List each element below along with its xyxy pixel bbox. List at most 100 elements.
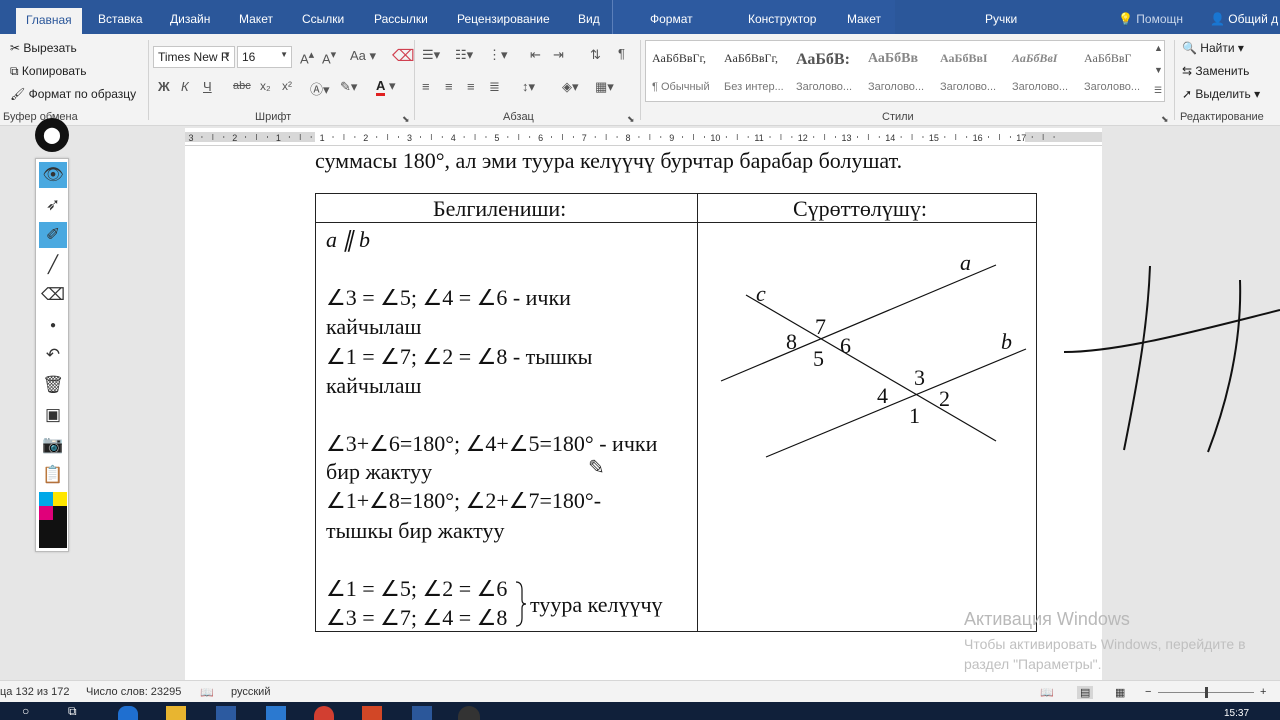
more-styles-icon[interactable]: ☰ (1154, 85, 1162, 96)
select-button[interactable]: ➚ Выделить ▾ (1182, 87, 1260, 101)
clock[interactable]: 15:37 (1224, 708, 1249, 719)
search-icon[interactable]: ○ (22, 704, 29, 718)
tab-mailings[interactable]: Рассылки (374, 12, 428, 26)
line-spacing-icon[interactable]: ↕▾ (522, 79, 535, 95)
tab-references[interactable]: Ссылки (302, 12, 344, 26)
camera-icon[interactable]: 📷 (39, 432, 67, 458)
italic-button[interactable]: К (181, 79, 189, 94)
undo-icon[interactable]: ↶ (39, 342, 67, 368)
word-count[interactable]: Число слов: 23295 (86, 686, 181, 698)
align-right-icon[interactable]: ≡ (467, 79, 475, 94)
color-swatch-yellow[interactable] (53, 492, 67, 506)
tab-layout[interactable]: Макет (239, 12, 273, 26)
paragraph-top-line[interactable]: суммасы 180°, ал эми туура келүүчү бурчт… (315, 148, 902, 174)
store-icon[interactable] (216, 706, 236, 720)
tab-insert[interactable]: Вставка (98, 12, 143, 26)
style-heading-2[interactable]: АаБбВв Заголово... (864, 45, 934, 97)
format-painter-button[interactable]: 🖌 Формат по образцу (10, 87, 136, 101)
strikethrough-button[interactable]: abc (233, 80, 251, 92)
text-effects-icon[interactable]: Ⓐ▾ (310, 79, 330, 98)
find-button[interactable]: 🔍 Найти ▾ (1182, 41, 1244, 55)
copy-button[interactable]: ⧉ Копировать (10, 64, 87, 79)
language[interactable]: русский (231, 686, 270, 698)
word-icon[interactable] (412, 706, 432, 720)
shrink-font-icon[interactable]: A▾ (322, 48, 336, 66)
tab-layout-context[interactable]: Макет (847, 12, 881, 26)
font-name-combo[interactable]: Times New R ▼ (153, 46, 235, 68)
style-heading-1[interactable]: АаБбВ: Заголово... (792, 45, 862, 97)
tab-constructor[interactable]: Конструктор (748, 12, 816, 26)
page-count[interactable]: ца 132 из 172 (0, 686, 69, 698)
tab-review[interactable]: Рецензирование (457, 12, 550, 26)
dialog-launcher-icon[interactable]: ⬊ (627, 114, 635, 125)
decrease-indent-icon[interactable]: ⇤ (530, 47, 541, 63)
superscript-button[interactable]: x² (282, 79, 292, 93)
eye-icon[interactable]: 👁 (39, 162, 67, 188)
share-button[interactable]: 👤 Общий д (1210, 12, 1278, 26)
current-color[interactable] (39, 520, 67, 548)
clipboard-icon[interactable]: 📋 (39, 462, 67, 488)
zoom-slider-thumb[interactable] (1205, 687, 1208, 698)
grow-font-icon[interactable]: A▴ (300, 48, 314, 66)
bold-button[interactable]: Ж (158, 79, 170, 94)
color-swatch-cyan[interactable] (39, 492, 53, 506)
tab-format[interactable]: Формат (650, 12, 693, 26)
borders-icon[interactable]: ▦▾ (595, 79, 614, 95)
increase-indent-icon[interactable]: ⇥ (553, 47, 564, 63)
replace-button[interactable]: ⇆ Заменить (1182, 64, 1249, 78)
color-swatch-magenta[interactable] (39, 506, 53, 520)
pen-icon[interactable]: ╱ (39, 252, 67, 278)
numbering-icon[interactable]: ☷▾ (455, 47, 473, 63)
align-center-icon[interactable]: ≡ (445, 79, 453, 94)
tab-view[interactable]: Вид (578, 12, 600, 26)
align-left-icon[interactable]: ≡ (422, 79, 430, 94)
horizontal-ruler[interactable]: 3 2 1 1 2 3 4 5 6 7 8 9 10 11 12 13 14 15 16 17 (185, 128, 1102, 146)
dot-size-icon[interactable]: ● (39, 312, 67, 338)
font-color-button[interactable]: A ▾ (376, 78, 396, 96)
highlight-icon[interactable]: ✎▾ (340, 79, 357, 95)
color-swatch-black[interactable] (53, 506, 67, 520)
dialog-launcher-icon[interactable]: ⬊ (402, 114, 410, 125)
pen-app-icon[interactable] (458, 706, 480, 720)
mail-icon[interactable] (266, 706, 286, 720)
change-case-icon[interactable]: Aa ▾ (350, 48, 376, 64)
clear-formatting-icon[interactable]: ⌫ (392, 46, 415, 66)
cut-button[interactable]: ✂ Вырезать (10, 41, 77, 55)
tell-me-button[interactable]: 💡 Помощн (1118, 12, 1183, 26)
style-heading-5[interactable]: АаБбВвГ Заголово... (1080, 45, 1150, 97)
highlighter-icon[interactable]: ✐ (39, 222, 67, 248)
chrome-icon[interactable] (314, 706, 334, 720)
eraser-icon[interactable]: ⌫ (39, 282, 67, 308)
style-no-spacing[interactable]: АаБбВвГг, Без интер... (720, 45, 790, 97)
web-layout-icon[interactable]: ▦ (1115, 686, 1125, 699)
zoom-in-icon[interactable]: + (1260, 686, 1266, 698)
scroll-up-icon[interactable]: ▲ (1154, 43, 1163, 53)
pen-tool-logo-icon[interactable]: ⬤ (35, 118, 69, 152)
print-layout-icon[interactable]: ▤ (1077, 686, 1094, 699)
powerpoint-icon[interactable] (362, 706, 382, 720)
proofing-icon[interactable]: 📖 (200, 686, 214, 699)
arrow-cursor-icon[interactable]: ➶ (39, 192, 67, 218)
subscript-button[interactable]: x₂ (260, 79, 271, 93)
multilevel-list-icon[interactable]: ⋮▾ (488, 47, 508, 63)
sort-icon[interactable]: ⇅ (590, 47, 601, 63)
edge-icon[interactable] (118, 706, 138, 720)
color-palette[interactable] (39, 492, 67, 548)
bullets-icon[interactable]: ☰▾ (422, 47, 440, 63)
tab-design[interactable]: Дизайн (170, 12, 210, 26)
style-heading-3[interactable]: АаБбВвІ Заголово... (936, 45, 1006, 97)
trash-icon[interactable]: 🗑 (39, 372, 67, 398)
shading-icon[interactable]: ◈▾ (562, 79, 579, 95)
zoom-out-icon[interactable]: − (1145, 686, 1151, 698)
pilcrow-icon[interactable]: ¶ (618, 46, 625, 61)
dialog-launcher-icon[interactable]: ⬊ (1161, 114, 1169, 125)
style-heading-4[interactable]: АаБбВвІ Заголово... (1008, 45, 1078, 97)
font-size-combo[interactable]: 16 ▼ (237, 46, 292, 68)
justify-icon[interactable]: ≣ (489, 79, 500, 95)
style-normal[interactable]: АаБбВвГг, ¶ Обычный (648, 45, 718, 97)
read-mode-icon[interactable]: 📖 (1040, 686, 1054, 699)
scroll-down-icon[interactable]: ▼ (1154, 65, 1163, 75)
tab-pens[interactable]: Ручки (985, 12, 1017, 26)
angles-table[interactable]: Белгилениши: Сүрөттөлүшү: a ∥ b ∠3 = ∠5;… (315, 193, 1037, 632)
folder-icon[interactable] (166, 706, 186, 720)
